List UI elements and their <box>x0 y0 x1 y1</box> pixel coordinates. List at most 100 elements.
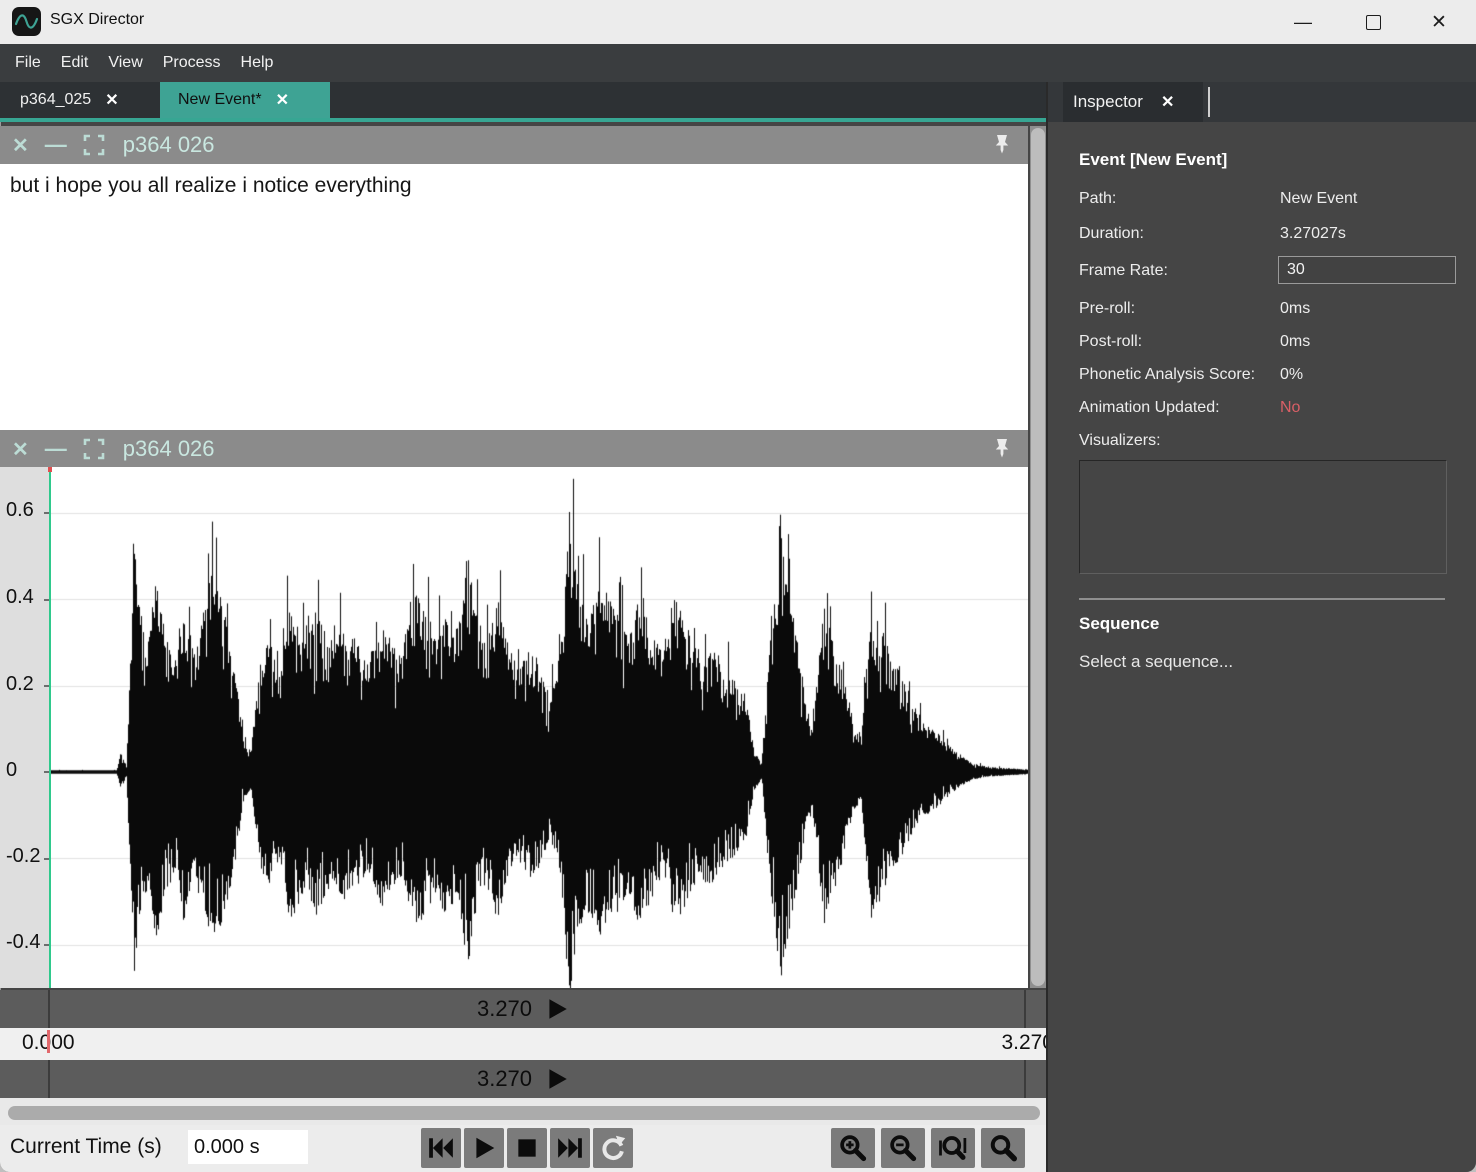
menu-view[interactable]: View <box>98 54 152 72</box>
panel-title: p364 026 <box>123 436 215 462</box>
zoom-in-icon <box>838 1133 868 1163</box>
field-value: New Event <box>1280 190 1357 208</box>
y-tick: 0 <box>6 759 17 782</box>
document-tab-strip: p364_025 ✕ New Event* ✕ <box>0 82 1047 122</box>
inspector-panel: Event [New Event] Path: New Event Durati… <box>1048 122 1476 1172</box>
window-minimize-button[interactable]: — <box>1280 6 1326 38</box>
menu-help[interactable]: Help <box>231 54 284 72</box>
range-end-time: 3.270 <box>477 1066 532 1092</box>
tab-p364-025[interactable]: p364_025 ✕ <box>0 82 148 118</box>
maximize-icon <box>1366 15 1381 30</box>
waveform-canvas[interactable] <box>50 467 1028 988</box>
play-icon[interactable] <box>544 996 570 1022</box>
field-value: 3.27027s <box>1280 225 1346 243</box>
transcript-panel[interactable]: but i hope you all realize i notice ever… <box>0 164 1028 430</box>
playhead-marker <box>48 467 52 472</box>
range-handle-left[interactable] <box>48 990 50 1028</box>
timeline-range-bar-top[interactable]: 3.270 <box>0 990 1047 1028</box>
field-label: Path: <box>1079 190 1116 207</box>
field-value: 0ms <box>1280 300 1310 318</box>
inspector-heading: Event [New Event] <box>1079 150 1227 170</box>
window-maximize-button[interactable] <box>1350 6 1396 38</box>
menu-bar: File Edit View Process Help <box>0 44 1476 82</box>
zoom-selection-button[interactable] <box>981 1128 1025 1168</box>
range-handle-left[interactable] <box>48 1060 50 1098</box>
ruler-playhead-tick[interactable] <box>47 1030 50 1053</box>
zoom-icon <box>988 1133 1018 1163</box>
skip-to-start-icon <box>427 1135 455 1161</box>
app-window: SGX Director — ✕ File Edit View Process … <box>0 0 1476 1172</box>
field-label: Post-roll: <box>1079 333 1142 350</box>
y-tick: -0.4 <box>6 931 40 954</box>
field-value: 0ms <box>1280 333 1310 351</box>
sequence-placeholder: Select a sequence... <box>1079 652 1233 672</box>
vertical-scrollbar-thumb[interactable] <box>1031 128 1045 986</box>
y-tick: 0.4 <box>6 586 34 609</box>
panel-minimize-icon[interactable]: — <box>45 436 67 462</box>
menu-file[interactable]: File <box>5 54 51 72</box>
tab-close-icon[interactable]: ✕ <box>1161 92 1174 112</box>
loop-refresh-button[interactable] <box>593 1128 633 1168</box>
play-icon[interactable] <box>544 1066 570 1092</box>
zoom-out-button[interactable] <box>881 1128 925 1168</box>
panel-minimize-icon[interactable]: — <box>45 132 67 158</box>
skip-to-end-button[interactable] <box>550 1128 590 1168</box>
field-label: Visualizers: <box>1079 432 1161 449</box>
ruler-end-time: 3.270 <box>1001 1031 1047 1055</box>
transcript-panel-header: ✕ — p364 026 <box>0 126 1028 164</box>
panel-expand-icon[interactable] <box>83 134 105 156</box>
field-duration: Duration: 3.27027s <box>1079 225 1459 243</box>
window-close-button[interactable]: ✕ <box>1416 6 1462 38</box>
play-button[interactable] <box>464 1128 504 1168</box>
panel-title: p364 026 <box>123 132 215 158</box>
tab-close-icon[interactable]: ✕ <box>105 90 118 110</box>
current-time-input[interactable] <box>188 1130 308 1164</box>
range-handle-right[interactable] <box>1024 990 1026 1028</box>
tab-new-event[interactable]: New Event* ✕ <box>160 82 330 118</box>
y-tick: 0.6 <box>6 499 34 522</box>
menu-process[interactable]: Process <box>153 54 231 72</box>
timeline-range-bar-bottom[interactable]: 3.270 <box>0 1060 1047 1098</box>
transcript-text: but i hope you all realize i notice ever… <box>10 174 412 198</box>
title-bar: SGX Director — ✕ <box>0 0 1476 44</box>
stop-icon <box>514 1135 540 1161</box>
tab-close-icon[interactable]: ✕ <box>276 90 289 110</box>
field-post-roll: Post-roll: 0ms <box>1079 333 1459 351</box>
stop-button[interactable] <box>507 1128 547 1168</box>
field-phonetic-score: Phonetic Analysis Score: 0% <box>1079 366 1459 384</box>
field-pre-roll: Pre-roll: 0ms <box>1079 300 1459 318</box>
waveform-panel[interactable]: 0.6 0.4 0.2 0 -0.2 -0.4 <box>0 467 1028 988</box>
tab-label: Inspector <box>1073 92 1143 112</box>
field-value: No <box>1280 399 1300 417</box>
vertical-scrollbar[interactable] <box>1030 126 1046 988</box>
zoom-out-icon <box>888 1133 918 1163</box>
panel-close-icon[interactable]: ✕ <box>12 437 29 462</box>
field-animation-updated: Animation Updated: No <box>1079 399 1459 417</box>
y-tick: 0.2 <box>6 673 34 696</box>
menu-edit[interactable]: Edit <box>51 54 99 72</box>
tab-inspector[interactable]: Inspector ✕ <box>1063 82 1203 122</box>
pin-icon[interactable] <box>990 133 1014 157</box>
range-handle-right[interactable] <box>1024 1060 1026 1098</box>
skip-to-start-button[interactable] <box>421 1128 461 1168</box>
waveform-y-axis: 0.6 0.4 0.2 0 -0.2 -0.4 <box>0 467 50 988</box>
playhead-line[interactable] <box>49 467 51 988</box>
frame-rate-input[interactable] <box>1278 256 1456 284</box>
pin-icon[interactable] <box>990 437 1014 461</box>
range-end-time: 3.270 <box>477 996 532 1022</box>
timeline-ruler[interactable]: 0.000 3.270 <box>0 1028 1047 1060</box>
inspector-tab-strip: Inspector ✕ <box>1048 82 1476 122</box>
skip-to-end-icon <box>556 1135 584 1161</box>
play-icon <box>471 1135 497 1161</box>
field-label: Phonetic Analysis Score: <box>1079 366 1255 383</box>
horizontal-scrollbar[interactable] <box>0 1098 1047 1125</box>
horizontal-scrollbar-thumb[interactable] <box>8 1106 1040 1120</box>
zoom-fit-button[interactable] <box>931 1128 975 1168</box>
zoom-in-button[interactable] <box>831 1128 875 1168</box>
visualizers-list[interactable] <box>1079 460 1447 574</box>
field-label: Frame Rate: <box>1079 262 1168 279</box>
tab-label: p364_025 <box>20 91 91 109</box>
panel-close-icon[interactable]: ✕ <box>12 133 29 158</box>
panel-expand-icon[interactable] <box>83 438 105 460</box>
transport-bar: Current Time (s) <box>0 1125 1047 1172</box>
